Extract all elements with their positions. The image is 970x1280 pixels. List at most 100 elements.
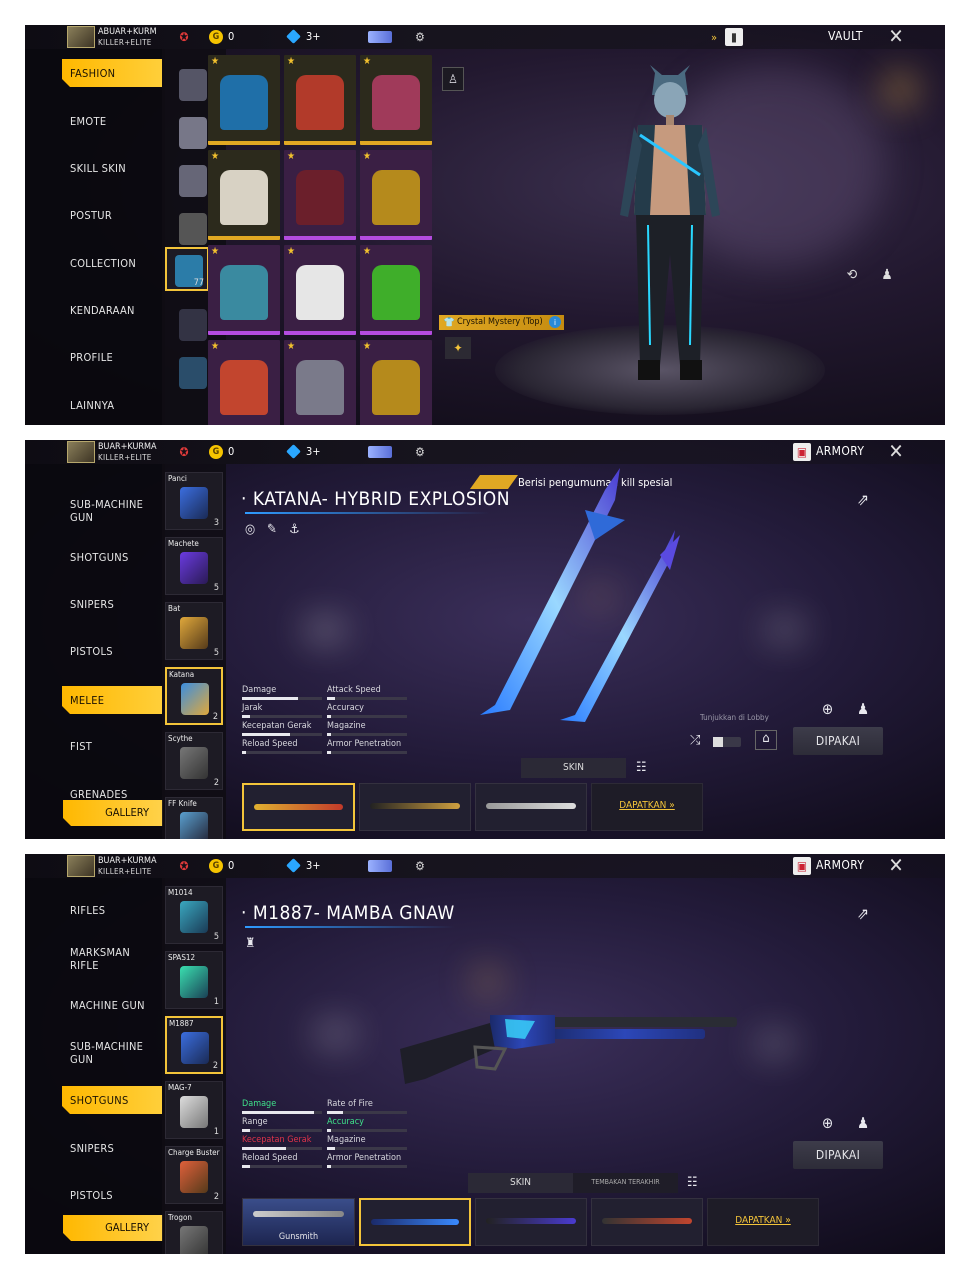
subcategory-item[interactable]: 77 [165, 247, 209, 291]
fashion-tile[interactable]: ★ [360, 55, 432, 145]
category-rifles[interactable]: RIFLES [70, 904, 105, 917]
close-icon[interactable]: ✕ [883, 441, 909, 462]
category-grenades[interactable]: GRENADES [70, 788, 128, 801]
armory-icon[interactable]: ▣ [793, 443, 811, 461]
category-pistols[interactable]: PISTOLS [70, 1189, 113, 1202]
sparkle-icon[interactable]: ✦ [445, 337, 471, 359]
ticket-icon[interactable] [368, 860, 392, 872]
attribute-icon[interactable]: ♜ [245, 936, 256, 951]
category-shotguns[interactable]: SHOTGUNS [70, 551, 129, 564]
fashion-tile[interactable]: ★ [284, 150, 356, 240]
category-snipers[interactable]: SNIPERS [70, 598, 114, 611]
attribute-icon[interactable]: ◎ [245, 522, 255, 537]
fashion-tile[interactable]: ★ [284, 245, 356, 335]
lobby-toggle[interactable] [713, 737, 741, 747]
close-icon[interactable]: ✕ [883, 855, 909, 876]
fashion-tile[interactable]: ★ [208, 340, 280, 425]
diamond-amount[interactable]: 3+ [306, 445, 321, 458]
player-avatar[interactable] [67, 441, 95, 463]
skin-option[interactable] [475, 783, 587, 831]
category-fashion[interactable]: FASHION [62, 59, 162, 87]
attribute-icon[interactable]: ✎ [267, 522, 277, 537]
ticket-icon[interactable] [368, 31, 392, 43]
category-snipers[interactable]: SNIPERS [70, 1142, 114, 1155]
category-sub-machine-gun[interactable]: SUB-MACHINE GUN [70, 1040, 150, 1066]
settings-icon[interactable]: ⚙ [411, 443, 429, 461]
get-more-button[interactable]: DAPATKAN » [591, 783, 703, 831]
weapon-item-panci[interactable]: Panci 3 [165, 472, 223, 530]
fashion-tile[interactable]: ★ [208, 150, 280, 240]
gallery-button[interactable]: GALLERY [63, 1215, 163, 1241]
category-profile[interactable]: PROFILE [70, 351, 113, 364]
skin-option[interactable] [242, 783, 355, 831]
skin-list-icon[interactable]: ☷ [636, 760, 647, 775]
weapon-item-katana[interactable]: Katana 2 [165, 667, 223, 725]
gallery-button[interactable]: GALLERY [63, 800, 163, 826]
category-machine-gun[interactable]: MACHINE GUN [70, 999, 145, 1012]
fashion-tile[interactable]: ★ [208, 55, 280, 145]
fashion-tile[interactable]: ★ [284, 55, 356, 145]
weapon-item-bat[interactable]: Bat 5 [165, 602, 223, 660]
diamond-amount[interactable]: 3+ [306, 859, 321, 872]
armory-icon[interactable]: ▣ [793, 857, 811, 875]
share-icon[interactable]: ⇗ [857, 904, 869, 923]
close-icon[interactable]: ✕ [883, 26, 909, 47]
skin-list-icon[interactable]: ☷ [687, 1175, 698, 1190]
weapon-item-scythe[interactable]: Scythe 2 [165, 732, 223, 790]
fashion-tile[interactable]: ★ [360, 245, 432, 335]
get-more-button[interactable]: DAPATKAN » [707, 1198, 819, 1246]
category-pistols[interactable]: PISTOLS [70, 645, 113, 658]
settings-icon[interactable]: ⚙ [411, 857, 429, 875]
character-view-icon[interactable]: ♟ [857, 700, 869, 718]
skin-option[interactable] [359, 1198, 471, 1246]
rotate-icon[interactable]: ⟲ [840, 265, 864, 285]
skin-option[interactable] [359, 783, 471, 831]
weapon-item-charge-buster[interactable]: Charge Buster 2 [165, 1146, 223, 1204]
pose-icon[interactable]: ♟ [875, 265, 899, 285]
weapon-item-trogon[interactable]: Trogon [165, 1211, 223, 1254]
category-postur[interactable]: POSTUR [70, 209, 112, 222]
weapon-item-mag-7[interactable]: MAG-7 1 [165, 1081, 223, 1139]
skin-option[interactable]: Gunsmith [242, 1198, 355, 1246]
player-avatar[interactable] [67, 855, 95, 877]
shuffle-icon[interactable]: ⤮ [690, 733, 700, 748]
weapon-item-m1014[interactable]: M1014 5 [165, 886, 223, 944]
category-skill-skin[interactable]: SKILL SKIN [70, 162, 126, 175]
settings-icon[interactable]: ⚙ [411, 28, 429, 46]
category-shotguns[interactable]: SHOTGUNS [62, 1086, 162, 1114]
weapon-item-ff-knife[interactable]: FF Knife [165, 797, 223, 839]
skin-option[interactable] [591, 1198, 703, 1246]
category-collection[interactable]: COLLECTION [70, 257, 136, 270]
tab-skin[interactable]: SKIN [468, 1173, 573, 1193]
weapon-item-spas12[interactable]: SPAS12 1 [165, 951, 223, 1009]
category-kendaraan[interactable]: KENDARAAN [70, 304, 135, 317]
zoom-in-icon[interactable]: ⊕ [822, 1114, 833, 1132]
fashion-tile[interactable]: ★ [360, 150, 432, 240]
attribute-icon[interactable]: ⚓ [289, 522, 300, 537]
share-icon[interactable]: ⇗ [857, 490, 869, 509]
fashion-tile[interactable]: ★ [360, 340, 432, 425]
category-marksman-rifle[interactable]: MARKSMAN RIFLE [70, 946, 150, 972]
tab-skin[interactable]: SKIN [521, 758, 626, 778]
weapon-item-machete[interactable]: Machete 5 [165, 537, 223, 595]
weapon-item-m1887[interactable]: M1887 2 [165, 1016, 223, 1074]
fashion-tile[interactable]: ★ [208, 245, 280, 335]
diamond-amount[interactable]: 3+ [306, 30, 321, 43]
zoom-in-icon[interactable]: ⊕ [822, 700, 833, 718]
rank-badge-icon[interactable]: ✪ [175, 443, 193, 461]
skin-option[interactable] [475, 1198, 587, 1246]
vault-book-icon[interactable]: ▮ [725, 28, 743, 46]
character-view-icon[interactable]: ♟ [857, 1114, 869, 1132]
home-lobby-icon[interactable]: ⌂ [755, 730, 777, 750]
category-lainnya[interactable]: LAINNYA [70, 399, 114, 412]
category-sub-machine-gun[interactable]: SUB-MACHINE GUN [70, 498, 150, 524]
fashion-tile[interactable]: ★ [284, 340, 356, 425]
rank-badge-icon[interactable]: ✪ [175, 28, 193, 46]
ticket-icon[interactable] [368, 446, 392, 458]
category-emote[interactable]: EMOTE [70, 115, 106, 128]
double-chevron-icon[interactable]: » [705, 28, 723, 46]
category-fist[interactable]: FIST [70, 740, 92, 753]
category-melee[interactable]: MELEE [62, 686, 162, 714]
equip-button[interactable]: DIPAKAI [793, 727, 883, 755]
info-icon[interactable]: i [549, 316, 561, 328]
